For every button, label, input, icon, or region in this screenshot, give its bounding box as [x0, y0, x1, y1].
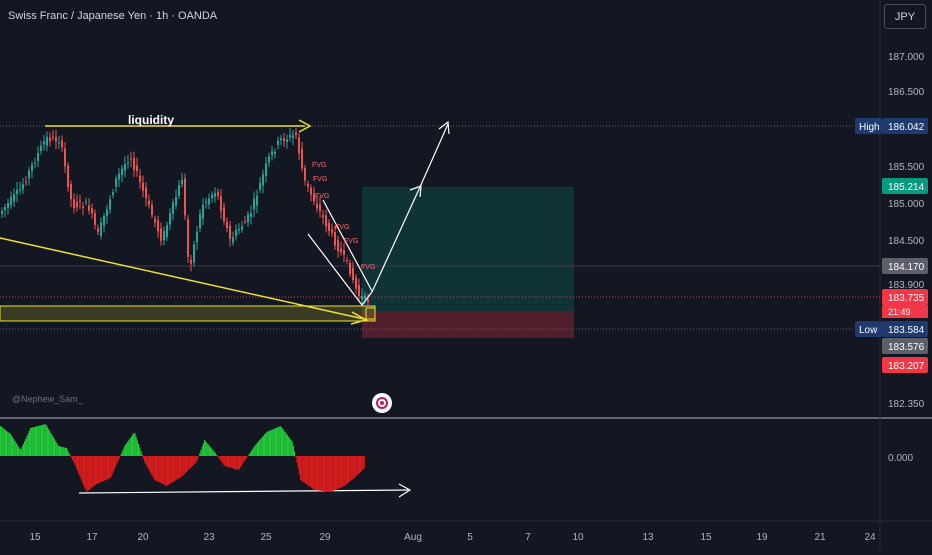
time-tick-label: 23	[203, 532, 215, 543]
bar-countdown: 21:49	[888, 307, 911, 317]
fvg-label: FVG	[361, 264, 375, 271]
fvg-label: FVG	[313, 176, 327, 183]
time-tick-label: 15	[29, 532, 41, 543]
high-marker: High 186.042	[855, 118, 928, 134]
price-tag: 185.214	[882, 178, 928, 194]
low-marker: Low 183.584	[855, 321, 928, 337]
svg-text:184.170: 184.170	[888, 262, 925, 273]
fvg-label: FVG	[315, 193, 329, 200]
time-tick-label: 24	[864, 532, 876, 543]
svg-text:185.214: 185.214	[888, 182, 925, 193]
time-tick-label: 20	[137, 532, 149, 543]
price-tag: 183.576	[882, 338, 928, 354]
time-tick-label: 13	[642, 532, 654, 543]
svg-text:183.735: 183.735	[888, 293, 925, 304]
loss-zone[interactable]	[362, 311, 574, 338]
price-tick-label: 185.500	[888, 162, 925, 173]
time-tick-label: 15	[700, 532, 712, 543]
time-tick-label: 10	[572, 532, 584, 543]
svg-text:High: High	[859, 122, 880, 133]
fvg-label: FVG	[335, 224, 349, 231]
price-tag: 183.207	[882, 357, 928, 373]
svg-text:186.042: 186.042	[888, 122, 925, 133]
liquidity-label: liquidity	[128, 113, 174, 127]
price-tick-label: 187.000	[888, 52, 925, 63]
price-tag: 183.735	[882, 289, 928, 305]
price-chart[interactable]: FVG FVG FVG FVG FVG FVG liquidity 187.00…	[0, 0, 932, 550]
author-watermark: @Nephew_Sam_	[12, 394, 83, 404]
time-tick-label: 29	[319, 532, 331, 543]
record-icon	[376, 397, 388, 409]
fvg-label: FVG	[344, 238, 358, 245]
time-tick-label: 25	[260, 532, 272, 543]
price-tick-label: 186.500	[888, 87, 925, 98]
price-tick-label: 182.350	[888, 399, 925, 410]
price-tick-label: 185.000	[888, 199, 925, 210]
time-tick-label: 21	[814, 532, 826, 543]
svg-text:183.584: 183.584	[888, 325, 925, 336]
symbol-title: Swiss Franc / Japanese Yen · 1h · OANDA	[8, 10, 217, 22]
oscillator-zero-tick: 0.000	[888, 453, 913, 464]
replay-record-button[interactable]	[372, 393, 392, 413]
svg-text:183.576: 183.576	[888, 342, 925, 353]
profit-zone[interactable]	[362, 187, 574, 311]
currency-button[interactable]: JPY	[884, 4, 926, 29]
long-position-tool[interactable]	[362, 187, 574, 338]
svg-text:Low: Low	[859, 325, 878, 336]
time-tick-label: Aug	[404, 532, 422, 543]
price-tick-label: 184.500	[888, 236, 925, 247]
svg-text:183.207: 183.207	[888, 361, 925, 372]
time-tick-label: 17	[86, 532, 98, 543]
time-tick-label: 19	[756, 532, 768, 543]
time-tick-label: 7	[525, 532, 531, 543]
price-tag: 184.170	[882, 258, 928, 274]
fvg-label: FVG	[312, 162, 326, 169]
time-tick-label: 5	[467, 532, 473, 543]
chart-workspace[interactable]: FVG FVG FVG FVG FVG FVG liquidity 187.00…	[0, 0, 932, 550]
